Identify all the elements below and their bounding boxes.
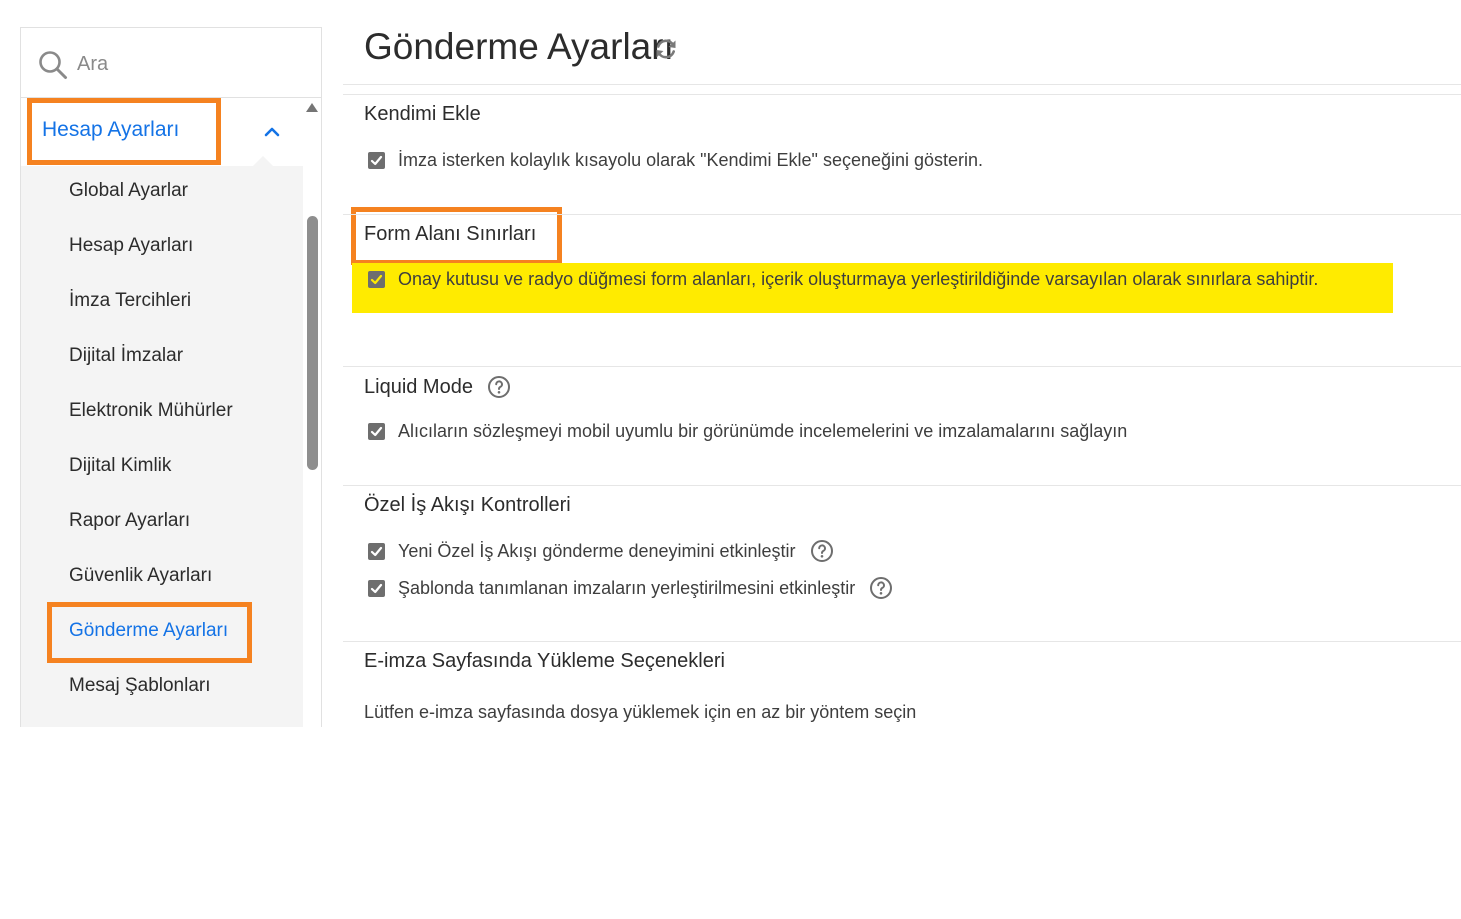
section-title-form-alani-sinirlari: Form Alanı Sınırları: [364, 223, 537, 245]
sidebar-item-label: Dijital İmzalar: [69, 345, 184, 366]
page-title: Gönderme Ayarları: [364, 26, 674, 67]
checkbox-kendimi-ekle[interactable]: [368, 151, 385, 169]
sidebar-item-dijital-imzalar[interactable]: Dijital İmzalar: [21, 331, 303, 386]
option-label: Yeni Özel İş Akışı gönderme deneyimini e…: [398, 540, 796, 561]
sidebar-item-label: Hesap Ayarları: [69, 235, 194, 256]
divider: [343, 214, 1461, 215]
refresh-icon[interactable]: [653, 36, 679, 62]
option-ozel-is-akisi-1: Yeni Özel İş Akışı gönderme deneyimini e…: [368, 538, 834, 564]
divider: [343, 641, 1461, 642]
sidebar-group-hesap-ayarlari[interactable]: Hesap Ayarları: [21, 98, 303, 166]
sidebar-item-label: İmza Tercihleri: [69, 290, 192, 311]
option-form-alani-sinirlari: Onay kutusu ve radyo düğmesi form alanla…: [368, 266, 1318, 292]
section-title-e-imza-yukleme: E-imza Sayfasında Yükleme Seçenekleri: [364, 650, 725, 672]
sidebar-item-gonderme-ayarlari[interactable]: Gönderme Ayarları: [21, 606, 303, 661]
option-liquid-mode: Alıcıların sözleşmeyi mobil uyumlu bir g…: [368, 418, 1127, 444]
search-box: [21, 28, 321, 98]
sidebar-item-guvenlik-ayarlari[interactable]: Güvenlik Ayarları: [21, 551, 303, 606]
sidebar-item-label: Mesaj Şablonları: [69, 675, 211, 696]
option-kendimi-ekle: İmza isterken kolaylık kısayolu olarak "…: [368, 147, 983, 173]
checkbox-sablon-imzalar[interactable]: [368, 579, 385, 597]
section-title-liquid-mode-row: Liquid Mode: [364, 375, 511, 399]
help-icon[interactable]: [487, 375, 511, 399]
divider: [343, 485, 1461, 486]
option-label: Şablonda tanımlanan imzaların yerleştiri…: [398, 577, 856, 598]
sidebar-nav: Hesap Ayarları Global Ayarlar Hesap Ayar…: [21, 98, 303, 727]
search-input[interactable]: [77, 48, 297, 80]
sidebar-item-elektronik-muhurler[interactable]: Elektronik Mühürler: [21, 386, 303, 441]
scroll-up-arrow-icon[interactable]: [306, 103, 318, 112]
sidebar-item-label: Dijital Kimlik: [69, 455, 172, 476]
search-icon: [39, 51, 67, 79]
sidebar-item-label: Gönderme Ayarları: [69, 620, 229, 641]
help-icon[interactable]: [810, 539, 834, 563]
checkbox-ozel-is-akisi[interactable]: [368, 542, 385, 560]
help-icon[interactable]: [869, 576, 893, 600]
sidebar-item-label: Rapor Ayarları: [69, 510, 191, 531]
sidebar-item-global-ayarlar[interactable]: Global Ayarlar: [21, 166, 303, 221]
checkbox-form-alani-sinirlari[interactable]: [368, 270, 385, 288]
sidebar-group-label: Hesap Ayarları: [42, 118, 180, 141]
sidebar-item-label: Global Ayarlar: [69, 180, 188, 201]
settings-sidebar: Hesap Ayarları Global Ayarlar Hesap Ayar…: [20, 27, 322, 727]
sidebar-scrollbar[interactable]: [303, 98, 321, 727]
option-label: İmza isterken kolaylık kısayolu olarak "…: [398, 149, 984, 170]
sidebar-item-rapor-ayarlari[interactable]: Rapor Ayarları: [21, 496, 303, 551]
divider: [343, 94, 1461, 95]
main-content: Gönderme Ayarları Kendimi Ekle İmza iste…: [343, 0, 1461, 919]
scroll-thumb[interactable]: [307, 216, 318, 470]
option-label: Onay kutusu ve radyo düğmesi form alanla…: [398, 268, 1319, 289]
sidebar-item-hesap-ayarlari[interactable]: Hesap Ayarları: [21, 221, 303, 276]
divider: [343, 84, 1461, 85]
option-label: Alıcıların sözleşmeyi mobil uyumlu bir g…: [398, 420, 1128, 441]
nav-pointer: [253, 156, 273, 166]
e-imza-description: Lütfen e-imza sayfasında dosya yüklemek …: [364, 702, 917, 722]
option-ozel-is-akisi-2: Şablonda tanımlanan imzaların yerleştiri…: [368, 575, 893, 601]
divider: [343, 366, 1461, 367]
checkbox-liquid-mode[interactable]: [368, 422, 385, 440]
sidebar-item-label: Güvenlik Ayarları: [69, 565, 213, 586]
section-title-ozel-is-akisi: Özel İş Akışı Kontrolleri: [364, 494, 571, 516]
sidebar-item-dijital-kimlik[interactable]: Dijital Kimlik: [21, 441, 303, 496]
sidebar-item-mesaj-sablonlari[interactable]: Mesaj Şablonları: [21, 661, 303, 716]
section-title-kendimi-ekle: Kendimi Ekle: [364, 103, 481, 125]
sidebar-item-label: Elektronik Mühürler: [69, 400, 233, 421]
section-title-liquid-mode: Liquid Mode: [364, 375, 473, 398]
sidebar-item-imza-tercihleri[interactable]: İmza Tercihleri: [21, 276, 303, 331]
chevron-up-icon[interactable]: [262, 122, 282, 142]
